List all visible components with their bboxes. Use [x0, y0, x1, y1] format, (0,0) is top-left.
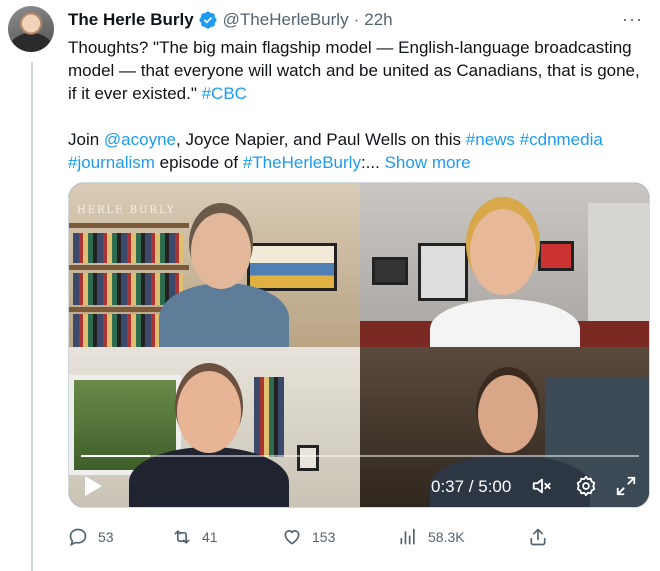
mute-icon[interactable] — [531, 475, 553, 497]
repost-icon — [174, 530, 190, 544]
views-button[interactable]: 58.3K — [398, 522, 465, 552]
person-head — [191, 213, 251, 289]
share-button[interactable] — [528, 522, 548, 552]
tweet-timestamp[interactable]: 22h — [364, 10, 392, 30]
author-handle[interactable]: @TheHerleBurly — [223, 10, 349, 30]
fullscreen-icon[interactable] — [615, 475, 637, 497]
tweet-quote-text: Thoughts? "The big main flagship model —… — [68, 38, 640, 103]
video-player[interactable]: HERLE BURLY 0:37 / 5:00 — [68, 182, 650, 508]
like-count: 153 — [312, 529, 336, 545]
heart-icon — [284, 530, 300, 545]
progress-bar-fill — [81, 455, 150, 457]
hashtag-theherleburly[interactable]: #TheHerleBurly — [243, 153, 361, 172]
wall-painting — [247, 243, 337, 291]
progress-bar[interactable] — [81, 455, 639, 457]
text-join: Join — [68, 130, 104, 149]
share-icon — [530, 528, 546, 546]
person-head — [177, 371, 241, 453]
video-tile-host: HERLE BURLY — [69, 183, 360, 347]
wall-frame — [418, 243, 468, 301]
tweet-text: Thoughts? "The big main flagship model —… — [68, 36, 648, 174]
views-chart-icon — [400, 528, 415, 545]
hashtag-cbc[interactable]: #CBC — [202, 84, 247, 103]
author-name[interactable]: The Herle Burly — [68, 10, 194, 30]
more-options-icon[interactable]: ··· — [622, 10, 643, 28]
avatar[interactable] — [8, 6, 54, 52]
reply-count: 53 — [98, 529, 114, 545]
repost-count: 41 — [202, 529, 218, 545]
video-time: 0:37 / 5:00 — [431, 477, 512, 496]
bookshelf — [69, 223, 189, 228]
repost-button[interactable]: 41 — [172, 522, 218, 552]
text-guests: , Joyce Napier, and Paul Wells on this — [176, 130, 466, 149]
person-head — [470, 209, 536, 295]
wall-photo-2 — [538, 241, 574, 271]
show-more-link[interactable]: Show more — [385, 153, 471, 172]
like-button[interactable]: 153 — [282, 522, 335, 552]
person-body — [430, 299, 580, 347]
video-controls: 0:37 / 5:00 — [69, 467, 649, 503]
separator-dot: · — [353, 10, 360, 29]
hashtag-cdnmedia[interactable]: #cdnmedia — [520, 130, 603, 149]
settings-icon[interactable] — [575, 475, 597, 497]
thread-line — [31, 62, 33, 571]
reply-icon — [69, 528, 87, 547]
books — [73, 233, 183, 263]
tweet-actions: 53 41 153 58.3K — [68, 522, 648, 552]
bookshelf — [254, 377, 284, 457]
video-watermark: HERLE BURLY — [77, 205, 176, 216]
tweet-header: The Herle Burly @TheHerleBurly · 22h — [68, 8, 393, 32]
view-count: 58.3K — [428, 529, 465, 545]
text-ellipsis: :... — [360, 153, 385, 172]
bookshelf-2 — [69, 265, 189, 270]
play-icon[interactable] — [83, 475, 103, 497]
person-body — [159, 283, 289, 347]
wall-photo — [372, 257, 408, 285]
video-tile-guest-1 — [360, 183, 649, 347]
hashtag-news[interactable]: #news — [466, 130, 515, 149]
hashtag-journalism[interactable]: #journalism — [68, 153, 155, 172]
mention-acoyne[interactable]: @acoyne — [104, 130, 176, 149]
reply-button[interactable]: 53 — [68, 522, 114, 552]
verified-badge-icon — [199, 11, 217, 29]
person-head — [478, 375, 538, 453]
text-episode: episode of — [154, 153, 243, 172]
